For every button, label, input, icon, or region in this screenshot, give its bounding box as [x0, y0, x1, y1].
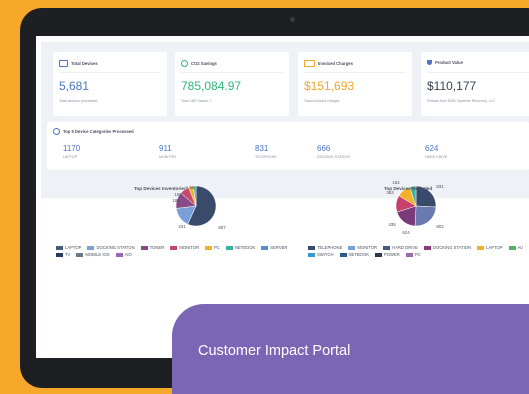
legend-swatch	[76, 252, 84, 257]
legend-item[interactable]: POWER	[375, 252, 400, 257]
legend-label: NETBOOK	[348, 252, 369, 257]
pie-data-label: 435	[388, 222, 396, 227]
legend-swatch	[477, 245, 485, 250]
legend-swatch	[375, 252, 382, 257]
legend-label: HARD DRIVE	[392, 245, 418, 250]
legend-item[interactable]: DOCKING STATION	[87, 245, 135, 250]
legend-label: AIO	[124, 252, 132, 257]
chart-title-recycled: Top Devices Recycled	[384, 186, 433, 191]
legend-label: PC	[213, 245, 220, 250]
legend-swatch	[140, 245, 148, 250]
legend-item[interactable]: MONITOR	[170, 245, 199, 250]
legend-label: TELEPHONE	[317, 245, 343, 250]
legend-label: POWER	[384, 252, 400, 257]
legend-swatch	[225, 245, 233, 250]
pie-data-label: 624	[402, 230, 410, 235]
legend-swatch	[508, 245, 516, 250]
legend-swatch	[423, 245, 431, 250]
legend-item[interactable]: HARD DRIVE	[383, 245, 418, 250]
legend-label: AV	[517, 245, 523, 250]
legend-swatch	[115, 252, 123, 257]
legend-label: MOBILE IOS	[85, 252, 110, 257]
legend-item[interactable]: AV	[508, 245, 523, 250]
legend-item[interactable]: LAPTOP	[477, 245, 503, 250]
legend-label: MONITOR	[357, 245, 378, 250]
legend-item[interactable]: TV	[56, 252, 70, 257]
legend-label: TONER	[149, 245, 165, 250]
legend-swatch	[339, 252, 347, 257]
pie-data-label: 802	[436, 224, 444, 229]
legend-item[interactable]: PC	[204, 245, 220, 250]
legend-item[interactable]: MOBILE IOS	[76, 252, 110, 257]
legend-item[interactable]: SERVER	[261, 245, 287, 250]
legend-swatch	[87, 245, 95, 250]
legend-recycled: TELEPHONE MONITOR HARD DRIVE DOCKING STATIO…	[308, 245, 529, 257]
pie-data-label: 831	[436, 184, 444, 189]
legend-inventoried: LAPTOP DOCKING STATION TONER MONITOR PC NETBO…	[56, 245, 306, 257]
pie-data-label: 109	[174, 192, 182, 197]
legend-swatch	[204, 245, 212, 250]
legend-item[interactable]: PC	[405, 252, 421, 257]
legend-label: DOCKING STATION	[96, 245, 135, 250]
legend-item[interactable]: NETBOOK	[339, 252, 369, 257]
legend-swatch	[56, 252, 63, 257]
legend-label: TV	[65, 252, 71, 257]
legend-item[interactable]: NETBOOK	[225, 245, 256, 250]
pie-data-label: 56	[190, 185, 195, 190]
pie-data-label: 164	[392, 180, 400, 185]
pie-data-label: 807	[218, 225, 226, 230]
legend-label: PC	[414, 252, 421, 257]
legend-item[interactable]: TONER	[140, 245, 165, 250]
legend-label: LAPTOP	[486, 245, 503, 250]
legend-item[interactable]: TELEPHONE	[308, 245, 342, 250]
legend-label: MONITOR	[179, 245, 199, 250]
legend-label: SERVER	[270, 245, 288, 250]
legend-item[interactable]: AIO	[115, 252, 132, 257]
legend-label: SWITCH	[317, 252, 334, 257]
legend-label: DOCKING STATION	[432, 245, 472, 250]
legend-item[interactable]: MONITOR	[348, 245, 377, 250]
pie-data-label: 188	[172, 198, 180, 203]
banner-title: Customer Impact Portal	[198, 343, 351, 359]
pie-slice-hard-drive[interactable]	[414, 205, 437, 227]
legend-swatch	[348, 245, 356, 250]
legend-item[interactable]: DOCKING STATION	[423, 245, 472, 250]
legend-swatch	[261, 245, 269, 250]
legend-swatch	[383, 245, 391, 250]
pie-data-label: 231	[178, 224, 186, 229]
legend-label: NETBOOK	[234, 245, 256, 250]
legend-item[interactable]: LAPTOP	[56, 245, 81, 250]
legend-swatch	[308, 252, 315, 257]
legend-swatch	[308, 245, 315, 250]
legend-item[interactable]: SWITCH	[308, 252, 334, 257]
legend-swatch	[405, 252, 413, 257]
legend-label: LAPTOP	[65, 245, 82, 250]
legend-swatch	[56, 245, 63, 250]
legend-swatch	[170, 245, 178, 250]
webcam-icon	[290, 17, 295, 22]
